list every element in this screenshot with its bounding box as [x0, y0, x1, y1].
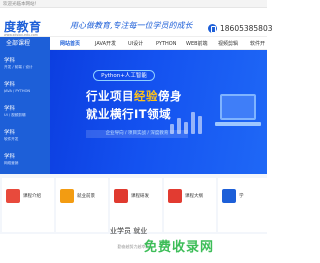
study-icon [222, 189, 236, 203]
syllabus-icon [168, 189, 182, 203]
sidebar-item-sub[interactable]: 开发 / 前端 / 设计 [4, 65, 48, 70]
header-slogan: 用心做教育,专注每一位学员的成长 [70, 21, 193, 30]
nav-item-video[interactable]: 视频剪辑 [218, 37, 238, 51]
watermark-logo: 免费收录网 [144, 240, 215, 255]
banner-tag: Python+人工智能 [93, 70, 155, 81]
sidebar-item-sub[interactable]: 软件开发 [4, 137, 48, 142]
nav-item-java[interactable]: JAVA开发 [95, 37, 116, 51]
course-dev-icon [114, 189, 128, 203]
card-label: 学 [239, 194, 244, 199]
card-course-intro[interactable]: 课程介绍 [2, 178, 54, 232]
sidebar-item-sub[interactable]: UI / 视频剪辑 [4, 113, 48, 118]
nav-item-python[interactable]: PYTHON [156, 37, 176, 51]
laptop-illustration [220, 94, 256, 120]
card-label: 课程大纲 [185, 194, 203, 199]
banner-headline-1: 行业项目经验傍身 [86, 89, 182, 103]
phone-icon [208, 24, 217, 33]
sidebar-item[interactable]: 学科 [4, 128, 48, 136]
sidebar-item-sub[interactable]: JAVA / PYTHON [4, 89, 48, 93]
main-nav: 全部课程 网站首页 JAVA开发 UI设计 PYTHON WEB前端 视频剪辑 … [0, 36, 267, 51]
welcome-text: 欢迎光临本网站！ [3, 2, 39, 7]
card-course-dev[interactable]: 课程研发 [110, 178, 162, 232]
card-label: 就业前景 [77, 194, 95, 199]
nav-item-home[interactable]: 网站首页 [60, 37, 80, 51]
card-study[interactable]: 学 [218, 178, 267, 232]
sidebar-item-sub[interactable]: 网络营销 [4, 161, 48, 166]
nav-item-ui[interactable]: UI设计 [128, 37, 143, 51]
hero-banner[interactable]: Python+人工智能 行业项目经验傍身 就业横行IT领域 企业导向 / 项目实… [50, 50, 267, 174]
sidebar-item[interactable]: 学科 [4, 80, 48, 88]
sidebar-item[interactable]: 学科 [4, 152, 48, 160]
card-label: 课程研发 [131, 194, 149, 199]
banner-chart-illustration [170, 106, 220, 134]
sidebar-item[interactable]: 学科 [4, 104, 48, 112]
phone-number: 18605385803 [220, 24, 273, 33]
employment-icon [60, 189, 74, 203]
section-subtitle: 勤奋越努力越幸运 [117, 244, 150, 249]
course-sidebar: 学科 开发 / 前端 / 设计 学科 JAVA / PYTHON 学科 UI /… [0, 50, 50, 174]
card-employment[interactable]: 就业前景 [56, 178, 108, 232]
laptop-base-illustration [215, 122, 261, 126]
course-intro-icon [6, 189, 20, 203]
all-courses-button[interactable]: 全部课程 [0, 37, 50, 51]
banner-headline-2: 就业横行IT领域 [86, 107, 172, 121]
top-bar: 欢迎光临本网站！ [0, 0, 267, 8]
feature-cards: 课程介绍 就业前景 课程研发 课程大纲 学 [0, 174, 267, 234]
nav-item-software[interactable]: 软件开 [250, 37, 265, 51]
card-syllabus[interactable]: 课程大纲 [164, 178, 216, 232]
section-title: 业学员 就业 [110, 227, 148, 235]
sidebar-item[interactable]: 学科 [4, 56, 48, 64]
header: 度教育 www.xdsjpx-edu.com 用心做教育,专注每一位学员的成长 … [0, 8, 273, 37]
nav-item-web[interactable]: WEB前端 [186, 37, 208, 51]
card-label: 课程介绍 [23, 194, 41, 199]
